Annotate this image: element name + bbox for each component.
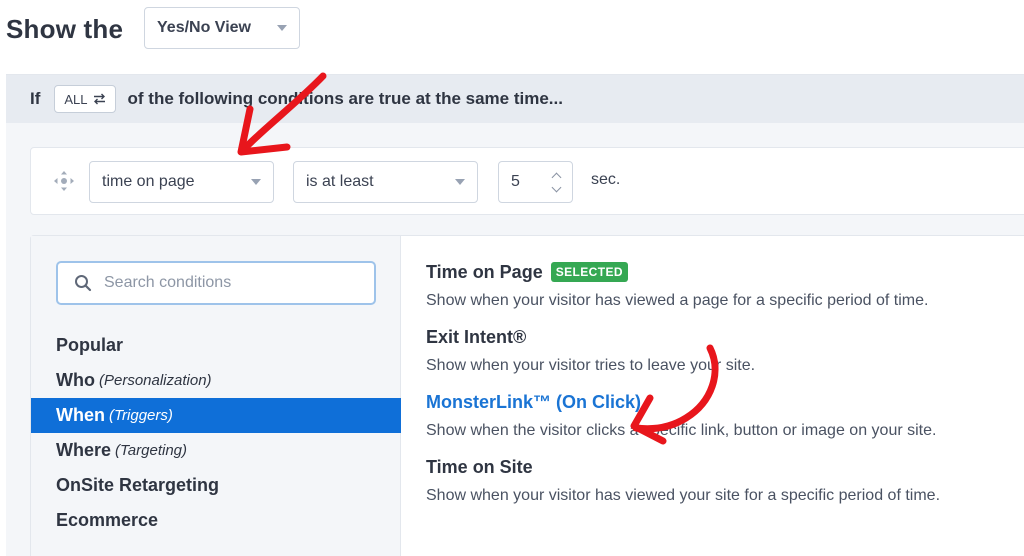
condition-value: 5 — [511, 173, 520, 190]
category-where[interactable]: Where (Targeting) — [31, 433, 401, 468]
caret-down-icon — [277, 25, 287, 31]
rules-panel: If ALL of the following conditions are t… — [6, 74, 1024, 556]
condition-field-select[interactable]: time on page — [89, 161, 274, 203]
match-all-label: ALL — [64, 91, 88, 107]
view-select-value: Yes/No View — [157, 19, 251, 36]
condition-unit: sec. — [591, 171, 621, 188]
condition-picker: Popular Who (Personalization) When (Trig… — [30, 235, 1024, 556]
option-time-on-page[interactable]: Time on Page SELECTED Show when your vis… — [426, 260, 1024, 310]
option-title: Exit Intent® — [426, 326, 527, 347]
caret-down-icon — [251, 179, 261, 185]
option-description: Show when your visitor has viewed your s… — [426, 487, 941, 504]
category-when[interactable]: When (Triggers) — [31, 398, 401, 433]
condition-operator-value: is at least — [306, 173, 374, 190]
category-who[interactable]: Who (Personalization) — [31, 363, 401, 398]
category-label: Popular — [56, 335, 124, 355]
drag-move-icon[interactable] — [53, 170, 75, 192]
category-sidebar: Popular Who (Personalization) When (Trig… — [31, 236, 401, 556]
option-description: Show when your visitor tries to leave yo… — [426, 357, 756, 374]
option-title: Time on Page SELECTED — [426, 260, 1024, 284]
option-time-on-site[interactable]: Time on Site Show when your visitor has … — [426, 455, 1024, 505]
option-title: Time on Site — [426, 456, 533, 477]
condition-operator-select[interactable]: is at least — [293, 161, 478, 203]
category-label: Ecommerce — [56, 510, 159, 530]
search-input[interactable] — [104, 274, 344, 292]
category-ecommerce[interactable]: Ecommerce — [31, 503, 401, 538]
if-bar: If ALL of the following conditions are t… — [6, 75, 1024, 123]
category-label: Who — [56, 370, 95, 390]
category-sublabel: (Targeting) — [115, 442, 187, 459]
option-exit-intent[interactable]: Exit Intent® Show when your visitor trie… — [426, 325, 1024, 375]
chevron-down-icon[interactable] — [551, 182, 562, 192]
condition-field-value: time on page — [102, 173, 195, 190]
category-onsite-retargeting[interactable]: OnSite Retargeting — [31, 468, 401, 503]
category-sublabel: (Personalization) — [98, 372, 212, 389]
match-all-button[interactable]: ALL — [54, 85, 116, 113]
condition-row: time on page is at least 5 sec. — [30, 147, 1024, 215]
option-monsterlink[interactable]: MonsterLink™ (On Click) Show when the vi… — [426, 390, 1024, 440]
if-label: If — [30, 89, 41, 108]
option-description: Show when the visitor clicks a specific … — [426, 422, 937, 439]
category-sublabel: (Triggers) — [109, 407, 173, 424]
category-label: When — [56, 405, 105, 425]
category-label: Where — [56, 440, 112, 460]
search-box[interactable] — [56, 261, 376, 305]
show-title: Show the — [6, 13, 124, 44]
chevron-up-icon[interactable] — [551, 172, 562, 182]
if-condition-text: of the following conditions are true at … — [127, 89, 563, 108]
selected-badge: SELECTED — [550, 262, 628, 282]
option-title-text: Time on Page — [426, 261, 543, 282]
view-select[interactable]: Yes/No View — [144, 7, 300, 49]
search-icon — [75, 275, 92, 292]
show-header: Show the — [6, 8, 123, 50]
category-list: Popular Who (Personalization) When (Trig… — [31, 328, 401, 538]
category-label: OnSite Retargeting — [56, 475, 220, 495]
swap-arrows-icon — [93, 93, 105, 105]
condition-options: Time on Page SELECTED Show when your vis… — [426, 260, 1024, 520]
option-description: Show when your visitor has viewed a page… — [426, 292, 929, 309]
option-title-link[interactable]: MonsterLink™ (On Click) — [426, 390, 1024, 414]
number-spinner[interactable] — [551, 171, 562, 194]
caret-down-icon — [455, 179, 465, 185]
category-popular[interactable]: Popular — [31, 328, 401, 363]
condition-value-input[interactable]: 5 — [498, 161, 573, 203]
